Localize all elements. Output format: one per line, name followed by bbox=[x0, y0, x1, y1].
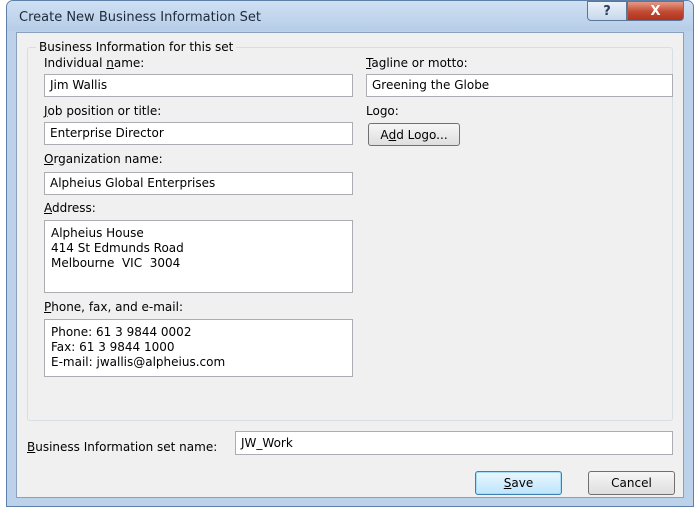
set-name-label: Business Information set name: bbox=[27, 440, 218, 454]
individual-name-input[interactable]: Jim Wallis bbox=[44, 74, 353, 97]
address-label: Address: bbox=[44, 201, 96, 215]
dialog-title: Create New Business Information Set bbox=[19, 10, 262, 25]
job-title-label: Job position or title: bbox=[44, 104, 162, 118]
individual-name-label: Individual name: bbox=[44, 56, 145, 70]
set-name-input[interactable]: JW_Work bbox=[235, 431, 673, 455]
cancel-button[interactable]: Cancel bbox=[588, 471, 675, 495]
help-icon: ? bbox=[603, 3, 611, 19]
address-textarea[interactable]: Alpheius House 414 St Edmunds Road Melbo… bbox=[44, 220, 353, 293]
logo-label: Logo: bbox=[366, 104, 399, 118]
close-button[interactable]: X bbox=[627, 1, 684, 21]
contact-textarea[interactable]: Phone: 61 3 9844 0002 Fax: 61 3 9844 100… bbox=[44, 319, 353, 377]
tagline-input[interactable]: Greening the Globe bbox=[366, 74, 673, 97]
save-button[interactable]: Save bbox=[475, 471, 562, 495]
dialog-window: Create New Business Information Set ? X … bbox=[6, 0, 694, 507]
organization-label: Organization name: bbox=[44, 152, 163, 166]
title-bar[interactable]: Create New Business Information Set ? X bbox=[7, 1, 693, 31]
contact-label: Phone, fax, and e-mail: bbox=[44, 300, 183, 314]
group-label: Business Information for this set bbox=[36, 40, 237, 54]
organization-input[interactable]: Alpheius Global Enterprises bbox=[44, 172, 353, 195]
business-info-group: Business Information for this set Indivi… bbox=[27, 40, 673, 421]
help-button[interactable]: ? bbox=[587, 1, 627, 21]
job-title-input[interactable]: Enterprise Director bbox=[44, 122, 353, 145]
close-icon: X bbox=[650, 3, 661, 19]
tagline-label: Tagline or motto: bbox=[366, 56, 468, 70]
dialog-body: Business Information for this set Indivi… bbox=[16, 32, 684, 498]
add-logo-button[interactable]: Add Logo... bbox=[368, 123, 460, 146]
